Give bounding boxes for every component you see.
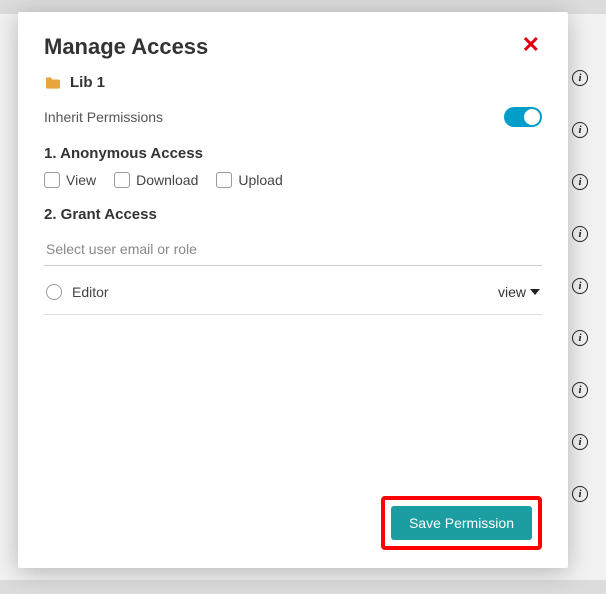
info-icon[interactable]: i <box>572 174 588 190</box>
anon-upload-checkbox[interactable]: Upload <box>216 172 282 188</box>
inherit-toggle[interactable] <box>504 107 542 127</box>
info-icon[interactable]: i <box>572 226 588 242</box>
folder-icon <box>44 76 62 90</box>
grant-radio[interactable] <box>46 284 62 300</box>
chevron-down-icon <box>530 289 540 295</box>
modal-title: Manage Access <box>44 34 208 60</box>
grant-row: Editor view <box>44 270 542 315</box>
inherit-label: Inherit Permissions <box>44 109 163 125</box>
close-icon[interactable]: ✕ <box>520 34 542 56</box>
checkbox-icon <box>114 172 130 188</box>
folder-name: Lib 1 <box>70 74 105 91</box>
anon-download-checkbox[interactable]: Download <box>114 172 198 188</box>
modal-footer: Save Permission <box>44 496 542 550</box>
save-highlight-box: Save Permission <box>381 496 542 550</box>
grant-name: Editor <box>72 284 109 300</box>
anon-upload-label: Upload <box>238 172 282 188</box>
grant-access-heading: 2. Grant Access <box>44 206 542 223</box>
save-permission-button[interactable]: Save Permission <box>391 506 532 540</box>
info-icon[interactable]: i <box>572 434 588 450</box>
checkbox-icon <box>216 172 232 188</box>
info-icon[interactable]: i <box>572 330 588 346</box>
background-info-column: i i i i i i i i i <box>572 70 588 502</box>
backdrop-bottom-bar <box>0 580 606 594</box>
anonymous-checkbox-row: View Download Upload <box>44 172 542 188</box>
folder-row: Lib 1 <box>44 74 542 91</box>
checkbox-icon <box>44 172 60 188</box>
permission-select[interactable]: view <box>498 284 540 300</box>
info-icon[interactable]: i <box>572 382 588 398</box>
anon-download-label: Download <box>136 172 198 188</box>
info-icon[interactable]: i <box>572 70 588 86</box>
info-icon[interactable]: i <box>572 278 588 294</box>
anon-view-checkbox[interactable]: View <box>44 172 96 188</box>
grant-search-input[interactable] <box>44 233 542 266</box>
inherit-permissions-row: Inherit Permissions <box>44 107 542 127</box>
info-icon[interactable]: i <box>572 122 588 138</box>
anonymous-access-heading: 1. Anonymous Access <box>44 145 542 162</box>
info-icon[interactable]: i <box>572 486 588 502</box>
modal-header: Manage Access ✕ <box>44 34 542 60</box>
permission-value: view <box>498 284 526 300</box>
anon-view-label: View <box>66 172 96 188</box>
grant-row-left: Editor <box>46 284 109 300</box>
manage-access-modal: Manage Access ✕ Lib 1 Inherit Permission… <box>18 12 568 568</box>
